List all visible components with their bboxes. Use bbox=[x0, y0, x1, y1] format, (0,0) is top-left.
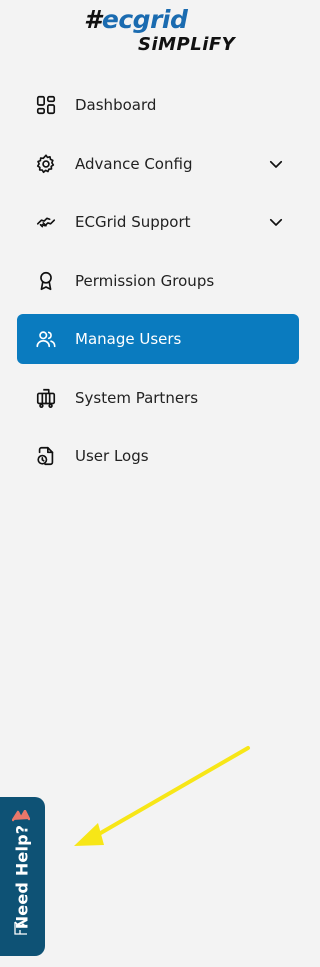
logo-wordmark: #ecgrid bbox=[84, 5, 188, 34]
logo-top-text: ecgrid bbox=[101, 5, 188, 34]
sidebar-item-label: System Partners bbox=[75, 388, 199, 407]
need-help-label: Need Help? bbox=[12, 824, 32, 930]
sidebar-item-user-logs[interactable]: User Logs bbox=[17, 431, 299, 481]
badge-icon bbox=[35, 270, 57, 292]
sidebar-item-label: ECGrid Support bbox=[75, 213, 191, 231]
sidebar-item-label: Manage Users bbox=[75, 330, 182, 348]
sidebar-item-advance-config[interactable]: Advance Config bbox=[17, 139, 299, 189]
sidebar-item-label: Advance Config bbox=[75, 154, 193, 173]
sidebar-item-label: Permission Groups bbox=[75, 271, 215, 290]
notification-badge-icon bbox=[12, 810, 30, 822]
sidebar-item-system-partners[interactable]: System Partners bbox=[17, 373, 299, 423]
logo-hash: # bbox=[84, 5, 101, 34]
chat-icon bbox=[14, 921, 27, 935]
dashboard-icon bbox=[35, 94, 57, 116]
handshake-icon bbox=[35, 211, 57, 233]
logo-bottom-text: SiMPLiFY bbox=[138, 34, 236, 55]
gear-icon bbox=[35, 153, 57, 175]
sidebar-nav: Dashboard Advance Config ECGrid Support bbox=[17, 80, 299, 490]
chevron-down-icon[interactable] bbox=[267, 155, 285, 173]
app-logo: #ecgrid SiMPLiFY bbox=[84, 5, 236, 56]
users-icon bbox=[35, 328, 57, 350]
sidebar-item-manage-users[interactable]: Manage Users bbox=[17, 314, 299, 364]
sidebar-item-dashboard[interactable]: Dashboard bbox=[17, 80, 299, 130]
sidebar-item-ecgrid-support[interactable]: ECGrid Support bbox=[17, 197, 299, 247]
chevron-down-icon[interactable] bbox=[267, 213, 285, 231]
partners-icon bbox=[35, 387, 57, 409]
sidebar-item-permission-groups[interactable]: Permission Groups bbox=[17, 256, 299, 306]
sidebar-item-label: User Logs bbox=[75, 447, 149, 465]
need-help-tab[interactable]: Need Help? bbox=[0, 797, 45, 956]
sidebar-item-label: Dashboard bbox=[75, 96, 157, 114]
logs-icon bbox=[35, 445, 57, 467]
